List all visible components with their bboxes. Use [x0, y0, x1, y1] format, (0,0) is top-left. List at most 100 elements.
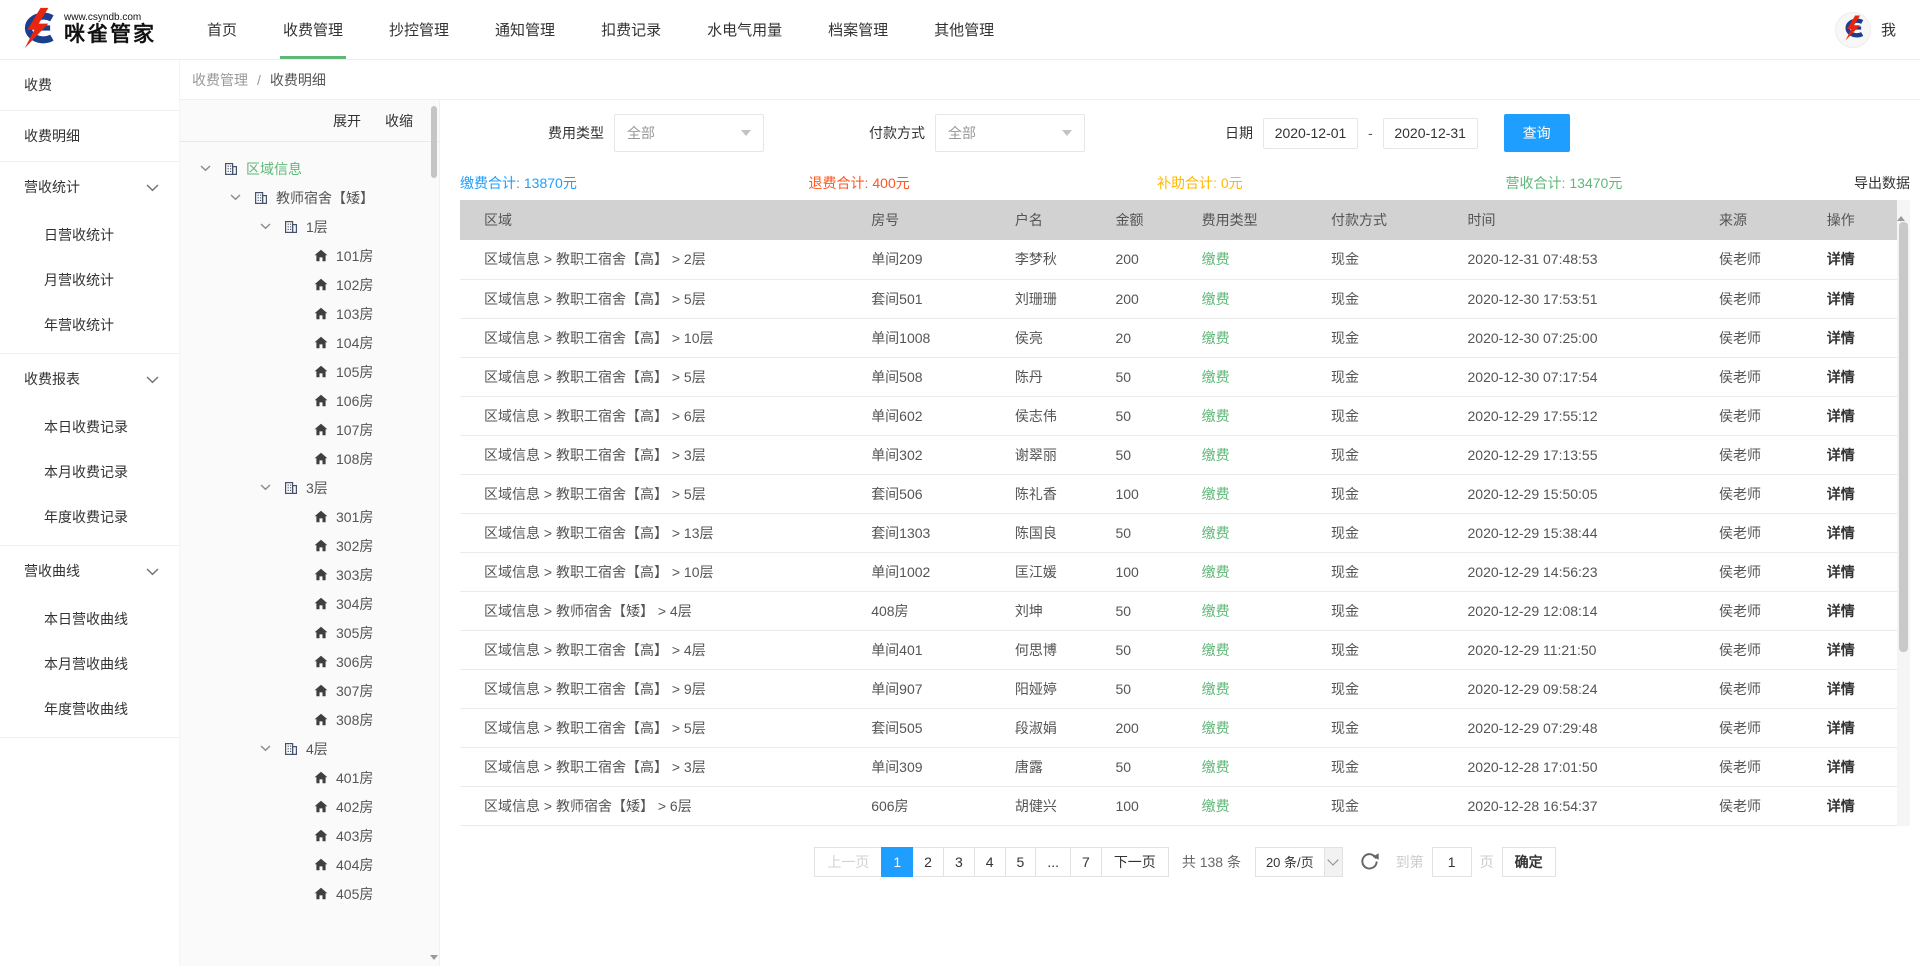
tree-node[interactable]: 405房: [180, 879, 439, 908]
nav-item[interactable]: 收费管理: [260, 0, 366, 59]
chevron-down-icon[interactable]: [260, 223, 284, 230]
tree-node-label[interactable]: 307房: [336, 681, 373, 701]
detail-link[interactable]: 详情: [1827, 369, 1855, 385]
sidebar-subitem[interactable]: 月营收统计: [0, 257, 179, 302]
tree-node[interactable]: 3层: [180, 473, 439, 502]
date-to-input[interactable]: [1383, 118, 1478, 149]
sidebar-subitem[interactable]: 本月营收曲线: [0, 641, 179, 686]
brand-logo[interactable]: www.csyndb.com 咪雀管家: [0, 7, 180, 52]
tree-node[interactable]: 104房: [180, 328, 439, 357]
detail-link[interactable]: 详情: [1827, 291, 1855, 307]
sidebar-subitem[interactable]: 本日收费记录: [0, 404, 179, 449]
tree-node-label[interactable]: 105房: [336, 362, 373, 382]
tree-node[interactable]: 307房: [180, 676, 439, 705]
page-button[interactable]: 5: [1005, 847, 1037, 877]
detail-link[interactable]: 详情: [1827, 564, 1855, 580]
tree-node-label[interactable]: 107房: [336, 420, 373, 440]
tree-node-label[interactable]: 306房: [336, 652, 373, 672]
table-scrollbar[interactable]: [1897, 200, 1910, 826]
refresh-button[interactable]: [1359, 851, 1380, 872]
page-ellipsis[interactable]: ...: [1035, 847, 1071, 877]
tree-node-label[interactable]: 103房: [336, 304, 373, 324]
detail-link[interactable]: 详情: [1827, 525, 1855, 541]
detail-link[interactable]: 详情: [1827, 681, 1855, 697]
sidebar-subitem[interactable]: 年度营收曲线: [0, 686, 179, 731]
next-page-button[interactable]: 下一页: [1101, 847, 1169, 877]
goto-page-input[interactable]: [1432, 847, 1472, 877]
tree-node[interactable]: 108房: [180, 444, 439, 473]
nav-item[interactable]: 其他管理: [911, 0, 1017, 59]
detail-link[interactable]: 详情: [1827, 759, 1855, 775]
sidebar-subitem[interactable]: 日营收统计: [0, 212, 179, 257]
tree-node-label[interactable]: 405房: [336, 884, 373, 904]
goto-confirm-button[interactable]: 确定: [1502, 847, 1556, 877]
detail-link[interactable]: 详情: [1827, 408, 1855, 424]
sidebar-subitem[interactable]: 本日营收曲线: [0, 596, 179, 641]
detail-link[interactable]: 详情: [1827, 798, 1855, 814]
tree-node-label[interactable]: 308房: [336, 710, 373, 730]
tree-node[interactable]: 303房: [180, 560, 439, 589]
nav-item[interactable]: 通知管理: [472, 0, 578, 59]
tree-node-label[interactable]: 302房: [336, 536, 373, 556]
sidebar-subitem[interactable]: 本月收费记录: [0, 449, 179, 494]
table-scroll-up-arrow-icon[interactable]: [1897, 200, 1905, 221]
tree-node[interactable]: 301房: [180, 502, 439, 531]
chevron-down-icon[interactable]: [260, 484, 284, 491]
user-menu-label[interactable]: 我: [1881, 19, 1896, 40]
tree-node[interactable]: 1层: [180, 212, 439, 241]
export-data-link[interactable]: 导出数据: [1854, 173, 1910, 193]
detail-link[interactable]: 详情: [1827, 720, 1855, 736]
expand-all-button[interactable]: 展开: [333, 111, 361, 131]
sidebar-subitem[interactable]: 年度收费记录: [0, 494, 179, 539]
tree-node[interactable]: 103房: [180, 299, 439, 328]
tree-node-label[interactable]: 304房: [336, 594, 373, 614]
sidebar-group-header[interactable]: 营收统计: [0, 162, 179, 212]
tree-node-label[interactable]: 4层: [306, 739, 328, 759]
table-scrollbar-thumb[interactable]: [1899, 222, 1908, 652]
sidebar-item[interactable]: 收费明细: [0, 111, 179, 162]
tree-scroll-down-arrow-icon[interactable]: [430, 955, 438, 960]
tree-node[interactable]: 404房: [180, 850, 439, 879]
tree-node[interactable]: 105房: [180, 357, 439, 386]
tree-node[interactable]: 308房: [180, 705, 439, 734]
prev-page-button[interactable]: 上一页: [814, 847, 882, 877]
page-button[interactable]: 7: [1070, 847, 1102, 877]
nav-item[interactable]: 档案管理: [805, 0, 911, 59]
detail-link[interactable]: 详情: [1827, 603, 1855, 619]
page-size-select[interactable]: 20 条/页: [1255, 847, 1343, 877]
tree-node-label[interactable]: 101房: [336, 246, 373, 266]
nav-item[interactable]: 抄控管理: [366, 0, 472, 59]
tree-node[interactable]: 403房: [180, 821, 439, 850]
nav-item[interactable]: 首页: [184, 0, 260, 59]
detail-link[interactable]: 详情: [1827, 251, 1855, 267]
tree-scrollbar[interactable]: [429, 100, 439, 966]
detail-link[interactable]: 详情: [1827, 330, 1855, 346]
sidebar-subitem[interactable]: 年营收统计: [0, 302, 179, 347]
tree-node[interactable]: 106房: [180, 386, 439, 415]
tree-node-label[interactable]: 403房: [336, 826, 373, 846]
tree-node[interactable]: 401房: [180, 763, 439, 792]
tree-node[interactable]: 402房: [180, 792, 439, 821]
tree-node-label[interactable]: 106房: [336, 391, 373, 411]
tree-node-label[interactable]: 301房: [336, 507, 373, 527]
chevron-down-icon[interactable]: [260, 745, 284, 752]
tree-node-label[interactable]: 303房: [336, 565, 373, 585]
page-button[interactable]: 3: [943, 847, 975, 877]
query-button[interactable]: 查询: [1504, 114, 1570, 152]
tree-node[interactable]: 304房: [180, 589, 439, 618]
tree-node[interactable]: 区域信息: [180, 154, 439, 183]
chevron-down-icon[interactable]: [200, 165, 224, 172]
tree-node[interactable]: 102房: [180, 270, 439, 299]
page-button[interactable]: 2: [912, 847, 944, 877]
tree-node[interactable]: 教师宿舍【矮】: [180, 183, 439, 212]
fee-type-select[interactable]: 全部: [614, 114, 764, 152]
tree-node[interactable]: 4层: [180, 734, 439, 763]
tree-node-label[interactable]: 401房: [336, 768, 373, 788]
tree-node-label[interactable]: 3层: [306, 478, 328, 498]
user-avatar[interactable]: [1835, 12, 1871, 48]
tree-node[interactable]: 107房: [180, 415, 439, 444]
tree-scrollbar-thumb[interactable]: [431, 106, 437, 178]
tree-node-label[interactable]: 102房: [336, 275, 373, 295]
detail-link[interactable]: 详情: [1827, 486, 1855, 502]
pay-method-select[interactable]: 全部: [935, 114, 1085, 152]
